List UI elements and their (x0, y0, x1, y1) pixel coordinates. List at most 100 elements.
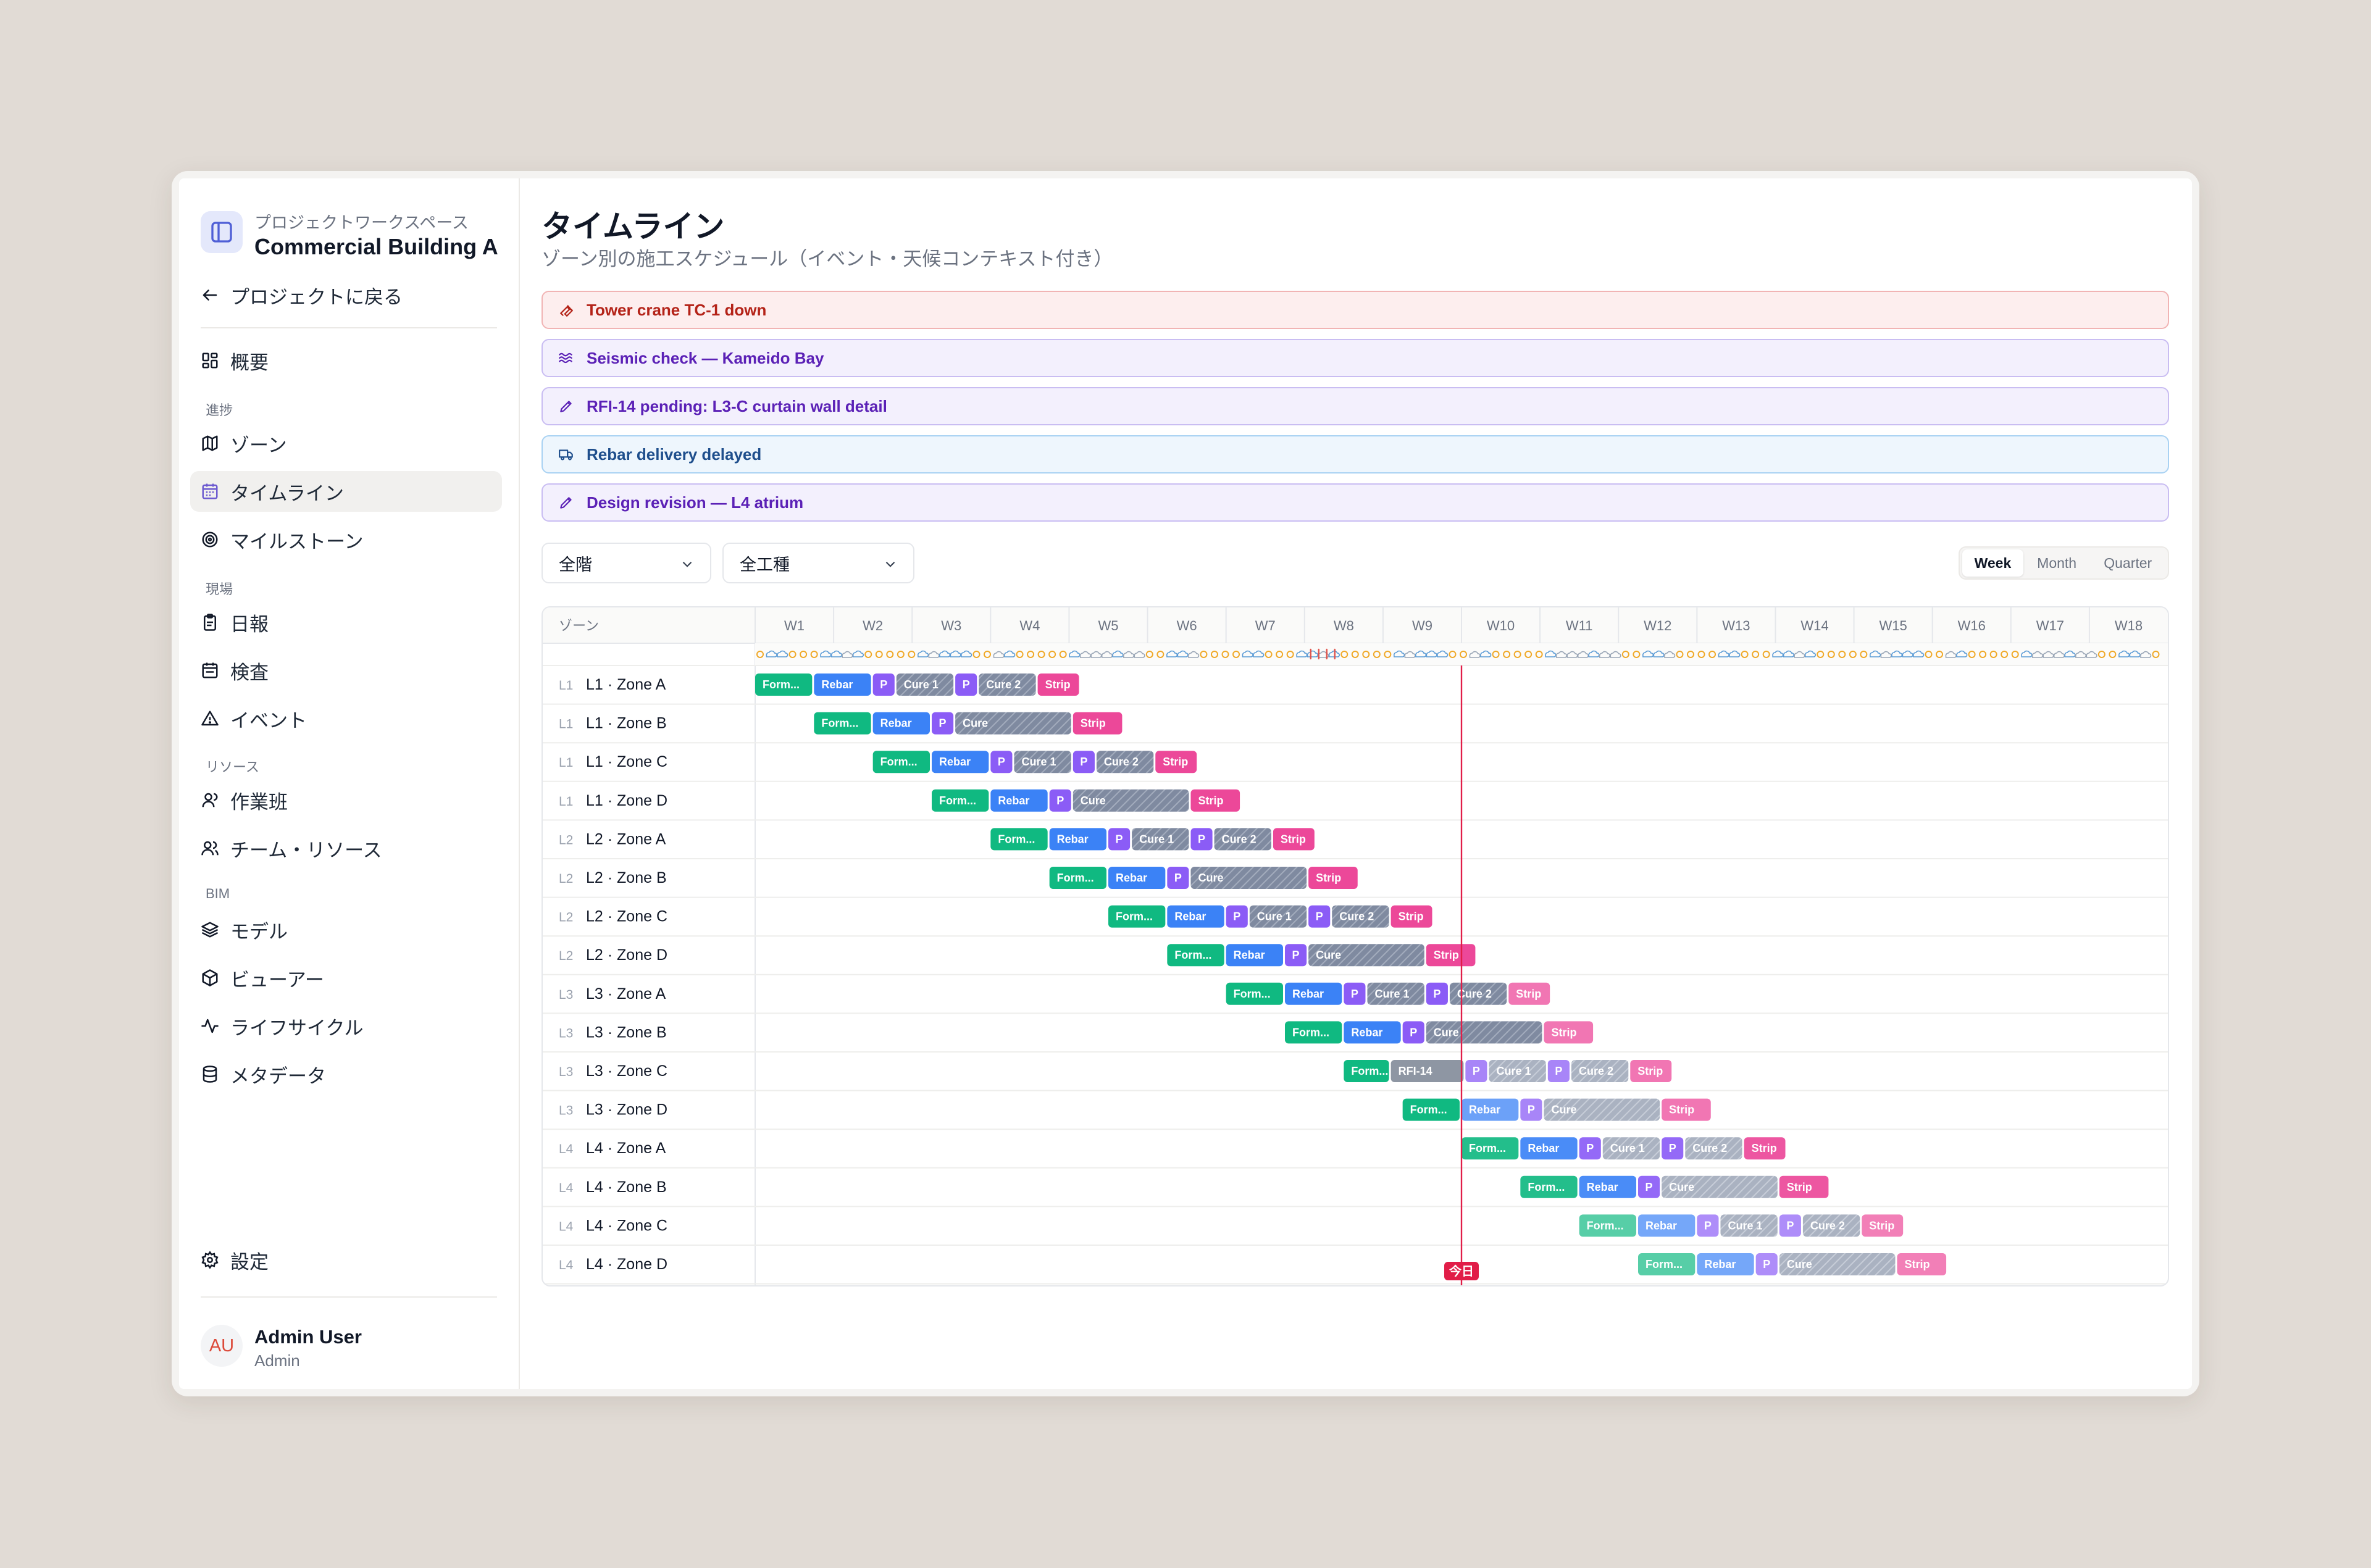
zone-schedule-bar[interactable]: Form... Rebar P Cure Strip (1402, 1098, 1711, 1121)
nav-settings[interactable]: 設定 (190, 1240, 502, 1280)
nav-viewer[interactable]: ビューアー (190, 957, 502, 998)
floor-tag: L4 (559, 1142, 574, 1156)
view-week-button[interactable]: Week (1962, 549, 2023, 577)
bar-segment-label: P (1116, 833, 1123, 845)
nav-label: チーム・リソース (230, 839, 382, 861)
back-to-project-link[interactable]: プロジェクトに戻る (201, 281, 403, 309)
zone-schedule-bar[interactable]: Form... Rebar P Cure Strip (932, 789, 1240, 812)
view-quarter-button[interactable]: Quarter (2090, 549, 2165, 577)
floor-filter-select[interactable]: 全階 (542, 543, 711, 583)
section-progress: 進捗 (206, 402, 233, 418)
nav-metadata[interactable]: メタデータ (190, 1054, 502, 1095)
calendar-icon (202, 483, 218, 499)
zone-schedule-bar[interactable]: Form... Rebar P Cure Strip (1638, 1253, 1947, 1275)
floor-tag: L2 (559, 911, 573, 925)
floor-tag: L2 (559, 949, 573, 963)
nav-daily-report[interactable]: 日報 (190, 602, 502, 643)
zone-label: L1 · Zone A (586, 676, 666, 693)
clipboard-icon (204, 614, 216, 631)
alert-text: Rebar delivery delayed (587, 444, 762, 464)
nav-milestones[interactable]: マイルストーン (190, 519, 502, 560)
zone-schedule-bar[interactable]: Form... Rebar P Cure 1 P Cure 2 Strip (1226, 982, 1550, 1005)
trade-filter-select[interactable]: 全工種 (722, 543, 914, 583)
bar-segment-label: Cure 2 (1457, 988, 1492, 1000)
divider (201, 327, 497, 328)
bar-segment-label: P (1528, 1104, 1535, 1116)
nav-inspection[interactable]: 検査 (190, 650, 502, 691)
bar-segment-label: P (1316, 911, 1323, 923)
event-alert[interactable]: Tower crane TC-1 down (542, 291, 2169, 329)
bar-segment-label: Rebar (1234, 949, 1265, 961)
nav-label: 作業班 (230, 791, 288, 813)
zone-schedule-bar[interactable]: Form... Rebar P Cure Strip (1520, 1175, 1829, 1198)
sidebar: プロジェクトワークスペース Commercial Building A プロジェ… (179, 178, 520, 1389)
zone-schedule-bar[interactable]: Form... Rebar P Cure 1 P Cure 2 Strip (1579, 1214, 1904, 1237)
floor-tag: L3 (559, 988, 573, 1002)
floor-tag: L2 (559, 833, 573, 847)
bar-segment-label: P (963, 678, 970, 691)
zone-schedule-bar[interactable]: Form... Rebar P Cure 1 P Cure 2 Strip (990, 828, 1315, 851)
zone-schedule-bar[interactable]: Form... Rebar P Cure 1 P Cure 2 Strip (755, 673, 1079, 696)
bar-segment-label: Strip (1198, 794, 1223, 807)
main-content: タイムライン ゾーン別の施工スケジュール（イベント・天候コンテキスト付き） To… (520, 178, 2192, 1389)
bar-segment-label: Form... (821, 717, 858, 730)
view-month-button[interactable]: Month (2023, 549, 2091, 577)
bar-segment-label: P (1669, 1142, 1676, 1154)
nav-label: マイルストーン (230, 530, 364, 553)
nav-crews[interactable]: 作業班 (190, 780, 502, 820)
user-menu[interactable]: AU Admin User Admin (201, 1321, 497, 1370)
nav-zones[interactable]: ゾーン (190, 423, 502, 464)
bar-segment-label: Cure 2 (986, 678, 1021, 691)
zone-schedule-bar[interactable]: Form... Rebar P Cure 1 P Cure 2 Strip (872, 751, 1197, 774)
bar-segment-label: Cure 1 (1728, 1219, 1762, 1232)
app-window: プロジェクトワークスペース Commercial Building A プロジェ… (179, 178, 2192, 1389)
bar-segment-label: Cure (1198, 872, 1223, 884)
week-header: W3 (941, 618, 961, 633)
zone-schedule-bar[interactable]: Form... Rebar P Cure Strip (1167, 944, 1476, 967)
workspace-switcher[interactable]: プロジェクトワークスペース Commercial Building A (201, 196, 509, 259)
event-alert[interactable]: Design revision — L4 atrium (542, 483, 2169, 522)
floor-tag: L4 (559, 1219, 574, 1233)
zone-schedule-bar[interactable]: Form... Rebar P Cure 1 P Cure 2 Strip (1108, 905, 1432, 928)
nav-timeline[interactable]: タイムライン (190, 471, 502, 512)
week-header: W1 (784, 618, 805, 633)
bar-segment-label: Cure (1081, 794, 1106, 807)
bar-segment-label: Strip (1551, 1026, 1576, 1038)
pencil-icon (558, 494, 574, 511)
bar-segment-label: Form... (1469, 1142, 1506, 1154)
nav-model[interactable]: モデル (190, 909, 502, 950)
nav-label: ビューアー (230, 969, 324, 991)
zone-schedule-bar[interactable]: Form... Rebar P Cure Strip (1049, 867, 1358, 889)
bar-segment-label: Rebar (998, 794, 1029, 807)
nav-events[interactable]: イベント (190, 698, 502, 739)
bar-segment-label: Form... (1234, 988, 1271, 1000)
bar-segment-label: Form... (1587, 1219, 1624, 1232)
zone-schedule-bar[interactable]: Form... Rebar P Cure Strip (814, 712, 1123, 735)
event-alert[interactable]: Rebar delivery delayed (542, 435, 2169, 473)
map-icon (202, 435, 218, 451)
cube-icon (202, 969, 218, 986)
alert-text: Seismic check — Kameido Bay (587, 348, 824, 367)
event-alert[interactable]: Seismic check — Kameido Bay (542, 339, 2169, 377)
arrow-left-icon (203, 290, 217, 301)
zone-label: L4 · Zone D (586, 1256, 667, 1273)
zone-schedule-bar[interactable]: Form... RFI-14 P Cure 1 P Cure 2 Strip (1344, 1060, 1672, 1082)
alert-triangle-icon (201, 711, 219, 726)
bar-segment-label: Form... (939, 794, 976, 807)
floor-tag: L3 (559, 1026, 573, 1040)
nav-teams-resources[interactable]: チーム・リソース (190, 828, 502, 869)
event-alert[interactable]: RFI-14 pending: L3-C curtain wall detail (542, 387, 2169, 425)
gear-icon (201, 1251, 219, 1269)
bar-segment-label: Rebar (1174, 911, 1206, 923)
bar-segment-label: P (1473, 1065, 1480, 1077)
zone-label: L2 · Zone C (586, 908, 667, 925)
bar-segment-label: Form... (1174, 949, 1211, 961)
zone-schedule-bar[interactable]: Form... Rebar P Cure Strip (1285, 1021, 1594, 1044)
nav-lifecycle[interactable]: ライフサイクル (190, 1006, 502, 1046)
bar-segment-label: Form... (1057, 872, 1094, 884)
zone-schedule-bar[interactable]: Form... Rebar P Cure 1 P Cure 2 Strip (1461, 1137, 1786, 1160)
zone-label: L2 · Zone B (586, 869, 667, 886)
bar-segment-label: Rebar (1528, 1142, 1559, 1154)
nav-overview[interactable]: 概要 (190, 340, 502, 381)
bar-segment-label: P (998, 756, 1005, 768)
